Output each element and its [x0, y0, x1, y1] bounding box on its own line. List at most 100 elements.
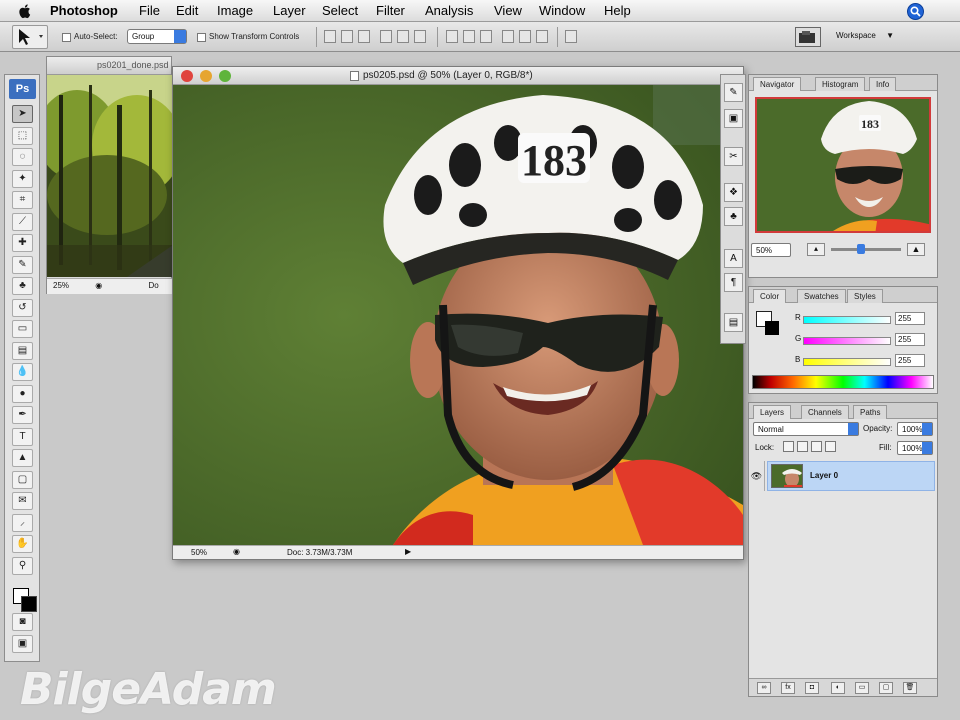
link-layers-icon[interactable]: ∞	[757, 682, 771, 694]
navigator-thumbnail[interactable]: 183	[755, 97, 931, 233]
channel-value-field[interactable]: 255	[895, 312, 925, 325]
background-zoom-field[interactable]: 25%	[53, 281, 69, 290]
blend-mode-dropdown[interactable]: Normal	[753, 422, 859, 436]
align-right-icon[interactable]	[414, 30, 426, 43]
status-menu-icon[interactable]: ◉	[95, 281, 102, 290]
distribute-bottom-icon[interactable]	[480, 30, 492, 43]
layer-visibility-eye-icon[interactable]: 👁	[749, 461, 765, 491]
tab-info[interactable]: Info	[869, 77, 897, 91]
zoom-out-icon[interactable]: ▴	[807, 243, 825, 256]
zoom-window-button[interactable]	[219, 70, 231, 82]
eraser-tool-icon[interactable]: ▭	[12, 320, 33, 338]
healing-brush-tool-icon[interactable]: ✚	[12, 234, 33, 252]
zoom-slider-handle[interactable]	[857, 244, 865, 254]
auto-select-dropdown[interactable]: Group	[127, 29, 187, 44]
layer-row[interactable]: Layer 0	[767, 461, 935, 491]
background-document-canvas[interactable]	[47, 75, 173, 277]
auto-select-checkbox[interactable]	[62, 33, 71, 42]
navigator-zoom-slider[interactable]	[831, 248, 901, 251]
document-canvas[interactable]: 183	[173, 85, 743, 545]
minimize-window-button[interactable]	[200, 70, 212, 82]
path-selection-tool-icon[interactable]: ▲	[12, 449, 33, 467]
dodge-tool-icon[interactable]: ●	[12, 384, 33, 403]
crop-tool-icon[interactable]: ⌗	[12, 191, 33, 209]
align-bottom-icon[interactable]	[358, 30, 370, 43]
adjustment-layer-icon[interactable]: ◐	[831, 682, 845, 694]
status-arrow-icon[interactable]: ▶	[405, 547, 411, 556]
quick-mask-icon[interactable]: ◙	[12, 613, 33, 631]
channel-value-field[interactable]: 255	[895, 354, 925, 367]
layer-mask-icon[interactable]: ◘	[805, 682, 819, 694]
layer-name[interactable]: Layer 0	[810, 471, 838, 480]
tab-color[interactable]: Color	[753, 289, 787, 303]
paragraph-icon[interactable]: ¶	[724, 273, 743, 292]
distribute-top-icon[interactable]	[446, 30, 458, 43]
distribute-right-icon[interactable]	[536, 30, 548, 43]
menu-help[interactable]: Help	[604, 3, 631, 18]
tab-paths[interactable]: Paths	[853, 405, 888, 419]
eyedropper-tool-icon[interactable]: ⸝	[12, 513, 33, 532]
notes-tool-icon[interactable]: ✉	[12, 492, 33, 510]
tool-preset-picker[interactable]	[12, 25, 48, 49]
zoom-tool-icon[interactable]: ⚲	[12, 556, 33, 575]
channel-slider[interactable]	[803, 316, 891, 324]
lock-position-icon[interactable]	[811, 441, 822, 452]
color-spectrum-bar[interactable]	[752, 375, 934, 389]
align-left-icon[interactable]	[380, 30, 392, 43]
clone-source-icon[interactable]: ♣	[724, 207, 743, 226]
lock-all-icon[interactable]	[825, 441, 836, 452]
channel-value-field[interactable]: 255	[895, 333, 925, 346]
actions-icon[interactable]: ❖	[724, 183, 743, 202]
align-vcenter-icon[interactable]	[341, 30, 353, 43]
channel-slider[interactable]	[803, 337, 891, 345]
show-transform-checkbox[interactable]	[197, 33, 206, 42]
pen-tool-icon[interactable]: ✒	[12, 406, 33, 424]
layer-comps-icon[interactable]: ✂	[724, 147, 743, 166]
lasso-tool-icon[interactable]: ◌	[12, 148, 33, 166]
marquee-tool-icon[interactable]: ⬚	[12, 126, 33, 145]
magic-wand-tool-icon[interactable]: ✦	[12, 169, 33, 188]
distribute-hcenter-icon[interactable]	[519, 30, 531, 43]
blur-tool-icon[interactable]: 💧	[12, 363, 33, 381]
new-group-icon[interactable]: ▭	[855, 682, 869, 694]
menu-window[interactable]: Window	[539, 3, 585, 18]
menu-image[interactable]: Image	[217, 3, 253, 18]
distribute-left-icon[interactable]	[502, 30, 514, 43]
history-brush-tool-icon[interactable]: ↺	[12, 298, 33, 317]
menu-layer[interactable]: Layer	[273, 3, 306, 18]
workspace-menu-button[interactable]: Workspace ▼	[830, 28, 902, 45]
app-name-menu[interactable]: Photoshop	[50, 3, 118, 18]
menu-edit[interactable]: Edit	[176, 3, 198, 18]
menu-filter[interactable]: Filter	[376, 3, 405, 18]
background-color-swatch[interactable]	[21, 596, 37, 612]
menu-file[interactable]: File	[139, 3, 160, 18]
auto-align-layers-icon[interactable]	[565, 30, 577, 43]
tab-channels[interactable]: Channels	[801, 405, 849, 419]
align-top-icon[interactable]	[324, 30, 336, 43]
slice-tool-icon[interactable]: ⟋	[12, 212, 33, 231]
type-tool-icon[interactable]: T	[12, 427, 33, 446]
document-titlebar[interactable]: ps0205.psd @ 50% (Layer 0, RGB/8*)	[173, 67, 743, 85]
shape-tool-icon[interactable]: ▢	[12, 470, 33, 489]
photoshop-logo[interactable]: Ps	[9, 79, 36, 99]
tab-layers[interactable]: Layers	[753, 405, 792, 419]
lock-transparency-icon[interactable]	[783, 441, 794, 452]
new-layer-icon[interactable]: ▢	[879, 682, 893, 694]
tab-styles[interactable]: Styles	[847, 289, 883, 303]
layer-style-icon[interactable]: fx	[781, 682, 795, 694]
channel-slider[interactable]	[803, 358, 891, 366]
lock-image-icon[interactable]	[797, 441, 808, 452]
color-background-swatch[interactable]	[765, 321, 779, 335]
history-icon[interactable]: ▤	[724, 313, 743, 332]
character-icon[interactable]: A	[724, 249, 743, 268]
background-document-title[interactable]: ps0201_done.psd @ 25% (bicycles, RGB/8)	[47, 57, 171, 75]
zoom-field[interactable]: 50%	[191, 548, 207, 557]
background-document-window[interactable]: ps0201_done.psd @ 25% (bicycles, RGB/8) …	[46, 56, 173, 294]
gradient-tool-icon[interactable]: ▤	[12, 341, 33, 360]
menu-view[interactable]: View	[494, 3, 522, 18]
apple-menu-icon[interactable]	[18, 3, 32, 19]
status-menu-icon[interactable]: ◉	[233, 547, 240, 556]
menu-analysis[interactable]: Analysis	[425, 3, 473, 18]
tab-swatches[interactable]: Swatches	[797, 289, 846, 303]
tab-histogram[interactable]: Histogram	[815, 77, 866, 91]
